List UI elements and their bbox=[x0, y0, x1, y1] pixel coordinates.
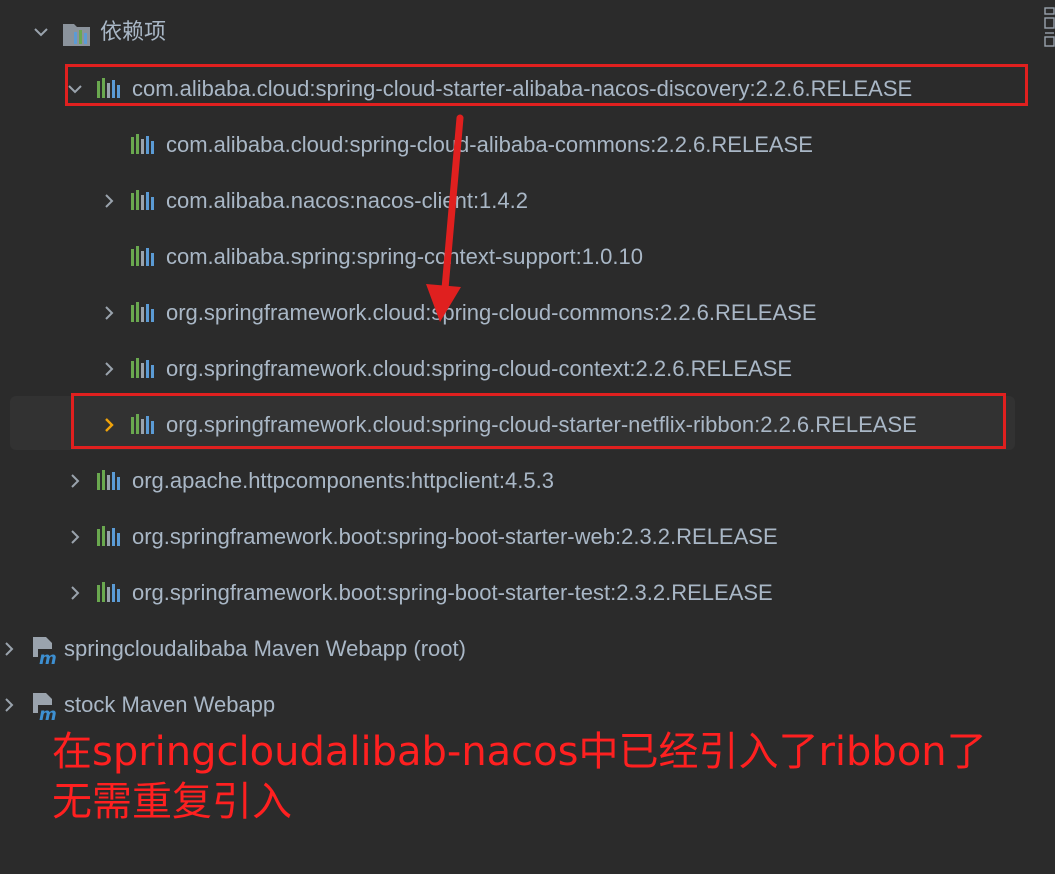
chevron-right-icon[interactable] bbox=[66, 584, 84, 602]
maven-module-icon: m bbox=[33, 693, 58, 723]
maven-dependencies-panel: 依赖项 com.alibaba.cloud:spring-cloud-start… bbox=[0, 0, 1055, 874]
maven-module-icon: m bbox=[33, 637, 58, 667]
chevron-right-icon[interactable] bbox=[66, 528, 84, 546]
tree-item-boot-starter-web[interactable]: org.springframework.boot:spring-boot-sta… bbox=[0, 509, 1040, 565]
library-bars-icon bbox=[97, 526, 120, 546]
chevron-down-icon[interactable] bbox=[32, 23, 50, 41]
tree-item-label: com.alibaba.spring:spring-context-suppor… bbox=[166, 244, 643, 269]
side-tab-icon bbox=[1044, 7, 1055, 47]
side-tab-edge[interactable] bbox=[1044, 6, 1055, 51]
library-bars-icon bbox=[97, 470, 120, 490]
tree-item-label: org.springframework.boot:spring-boot-sta… bbox=[132, 524, 778, 549]
library-bars-icon bbox=[131, 134, 154, 154]
library-bars-icon bbox=[97, 582, 120, 602]
tree-module-label: springcloudalibaba Maven Webapp (root) bbox=[64, 636, 466, 661]
tree-item-label: org.springframework.boot:spring-boot-sta… bbox=[132, 580, 773, 605]
chevron-right-icon[interactable] bbox=[66, 472, 84, 490]
chevron-right-icon[interactable] bbox=[0, 640, 18, 658]
library-bars-icon bbox=[131, 190, 154, 210]
tree-module-root[interactable]: m springcloudalibaba Maven Webapp (root) bbox=[0, 621, 1040, 677]
chevron-right-icon[interactable] bbox=[100, 360, 118, 378]
tree-item-alibaba-commons[interactable]: com.alibaba.cloud:spring-cloud-alibaba-c… bbox=[0, 117, 1040, 173]
annotation-note: 在springcloudalibab-nacos中已经引入了ribbon了 无需… bbox=[52, 727, 1042, 827]
library-bars-icon bbox=[131, 302, 154, 322]
tree-item-label: com.alibaba.nacos:nacos-client:1.4.2 bbox=[166, 188, 528, 213]
dependencies-folder-icon bbox=[63, 24, 90, 46]
highlight-box-netflix-ribbon bbox=[71, 393, 1006, 449]
tree-item-label: org.apache.httpcomponents:httpclient:4.5… bbox=[132, 468, 554, 493]
tree-item-boot-starter-test[interactable]: org.springframework.boot:spring-boot-sta… bbox=[0, 565, 1040, 621]
tree-item-label: org.springframework.cloud:spring-cloud-c… bbox=[166, 300, 817, 325]
library-bars-icon bbox=[131, 246, 154, 266]
tree-item-context-support[interactable]: com.alibaba.spring:spring-context-suppor… bbox=[0, 229, 1040, 285]
tree-module-stock[interactable]: m stock Maven Webapp bbox=[0, 677, 1040, 733]
tree-item-httpclient[interactable]: org.apache.httpcomponents:httpclient:4.5… bbox=[0, 453, 1040, 509]
tree-group-dependencies[interactable]: 依赖项 bbox=[0, 4, 1040, 60]
tree-item-nacos-client[interactable]: com.alibaba.nacos:nacos-client:1.4.2 bbox=[0, 173, 1040, 229]
library-bars-icon bbox=[131, 358, 154, 378]
tree-group-label: 依赖项 bbox=[100, 19, 167, 44]
chevron-right-icon[interactable] bbox=[0, 696, 18, 714]
tree-item-cloud-context[interactable]: org.springframework.cloud:spring-cloud-c… bbox=[0, 341, 1040, 397]
annotation-line-2: 无需重复引入 bbox=[52, 779, 292, 825]
tree-item-cloud-commons[interactable]: org.springframework.cloud:spring-cloud-c… bbox=[0, 285, 1040, 341]
tree-module-label: stock Maven Webapp bbox=[64, 692, 276, 717]
tree-item-label: com.alibaba.cloud:spring-cloud-alibaba-c… bbox=[166, 132, 813, 157]
annotation-line-1: 在springcloudalibab-nacos中已经引入了ribbon了 bbox=[52, 729, 987, 775]
tree-item-label: org.springframework.cloud:spring-cloud-c… bbox=[166, 356, 793, 381]
highlight-box-nacos-discovery bbox=[65, 64, 1028, 106]
chevron-right-icon[interactable] bbox=[100, 304, 118, 322]
chevron-right-icon[interactable] bbox=[100, 192, 118, 210]
svg-text:m: m bbox=[39, 649, 57, 667]
svg-text:m: m bbox=[39, 705, 57, 723]
